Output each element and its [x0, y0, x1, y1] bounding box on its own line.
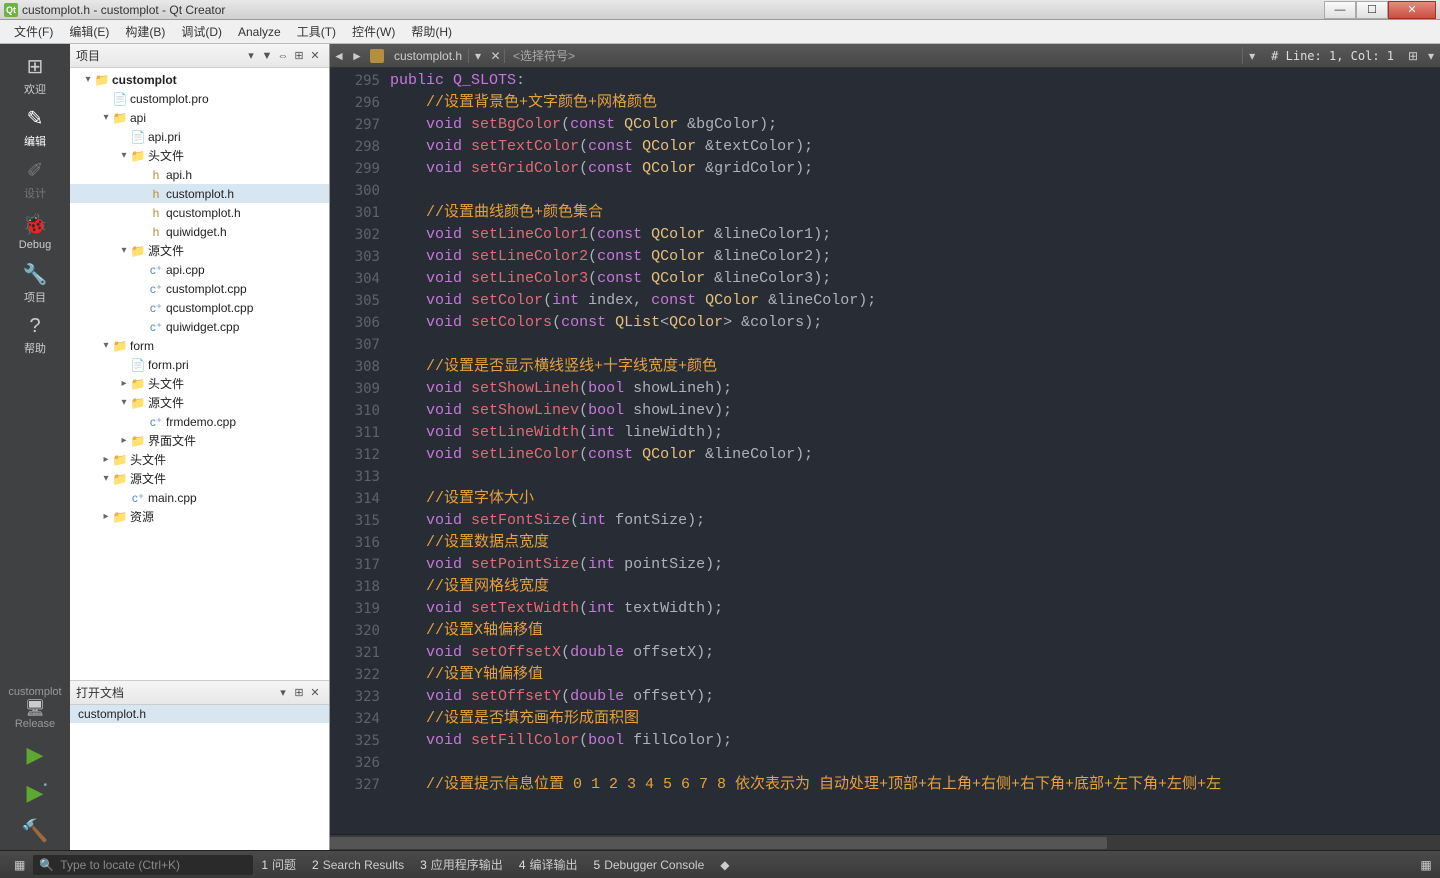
split-icon[interactable]: ⊞	[291, 686, 307, 699]
menu-item[interactable]: 文件(F)	[6, 23, 61, 40]
tree-item[interactable]: hcustomplot.h	[70, 184, 329, 203]
tree-item[interactable]: 📄api.pri	[70, 127, 329, 146]
build-button[interactable]: 🔨	[21, 812, 48, 850]
menu-item[interactable]: Analyze	[230, 25, 289, 39]
editor-area: ◄ ► customplot.h ▾ ✕ <选择符号> ▾ # Line: 1,…	[330, 44, 1440, 850]
current-file-crumb[interactable]: customplot.h	[388, 49, 469, 63]
tree-item[interactable]: c⁺qcustomplot.cpp	[70, 298, 329, 317]
project-panel-header: 项目 ▾ ▼ ⇔ ⊞ ✕	[70, 44, 329, 68]
tree-item[interactable]: c⁺api.cpp	[70, 260, 329, 279]
output-pane-toggle[interactable]: ▦	[6, 858, 33, 872]
link-icon[interactable]: ⇔	[275, 50, 291, 62]
side-panel: 项目 ▾ ▼ ⇔ ⊞ ✕ ▾📁customplot📄customplot.pro…	[70, 44, 330, 850]
tree-item[interactable]: hqcustomplot.h	[70, 203, 329, 222]
window-close-button[interactable]: ✕	[1388, 1, 1436, 19]
tree-item[interactable]: ▸📁界面文件	[70, 431, 329, 450]
kit-config: Release	[8, 718, 61, 730]
line-number-gutter: 2952962972982993003013023033043053063073…	[330, 68, 390, 834]
mode-Debug[interactable]: 🐞Debug	[5, 206, 65, 256]
run-button[interactable]: ▶	[27, 736, 44, 774]
output-pane-2[interactable]: 2 Search Results	[304, 856, 412, 873]
nav-forward-button[interactable]: ►	[348, 49, 366, 63]
close-panel-icon[interactable]: ✕	[307, 686, 323, 699]
open-documents-panel: 打开文档 ▾ ⊞ ✕ customplot.h	[70, 680, 329, 850]
debug-run-button[interactable]: ▶•	[27, 774, 44, 812]
tree-item[interactable]: ▾📁form	[70, 336, 329, 355]
window-titlebar: Qt customplot.h - customplot - Qt Creato…	[0, 0, 1440, 20]
close-panel-icon[interactable]: ✕	[307, 49, 323, 62]
locator-placeholder: Type to locate (Ctrl+K)	[60, 858, 180, 872]
tree-item[interactable]: 📄form.pri	[70, 355, 329, 374]
dropdown-icon[interactable]: ▾	[275, 686, 291, 699]
open-docs-title: 打开文档	[76, 684, 275, 701]
open-doc-item[interactable]: customplot.h	[70, 705, 329, 723]
tree-item[interactable]: hquiwidget.h	[70, 222, 329, 241]
tree-item[interactable]: ▾📁源文件	[70, 241, 329, 260]
line-col-indicator[interactable]: # Line: 1, Col: 1	[1261, 49, 1404, 63]
tree-item[interactable]: ▸📁头文件	[70, 450, 329, 469]
filter-icon[interactable]: ▼	[259, 50, 275, 62]
close-file-icon[interactable]: ✕	[487, 49, 505, 63]
window-maximize-button[interactable]: ☐	[1356, 1, 1388, 19]
menu-item[interactable]: 调试(D)	[173, 23, 230, 40]
menu-item[interactable]: 工具(T)	[289, 23, 344, 40]
window-title: customplot.h - customplot - Qt Creator	[22, 3, 1324, 17]
project-panel-title: 项目	[76, 47, 243, 64]
search-icon: 🔍	[39, 858, 54, 872]
split-dropdown-icon[interactable]: ▾	[1422, 49, 1440, 63]
kit-project: customplot	[8, 686, 61, 698]
tree-item[interactable]: ▾📁customplot	[70, 70, 329, 89]
tree-item[interactable]: ▾📁源文件	[70, 469, 329, 488]
project-tree[interactable]: ▾📁customplot📄customplot.pro▾📁api📄api.pri…	[70, 68, 329, 680]
tree-item[interactable]: hapi.h	[70, 165, 329, 184]
output-pane-1[interactable]: 1 问题	[253, 856, 304, 873]
locator-input[interactable]: 🔍 Type to locate (Ctrl+K)	[33, 855, 253, 875]
menu-item[interactable]: 编辑(E)	[61, 23, 117, 40]
output-pane-5[interactable]: 5 Debugger Console	[586, 856, 713, 873]
horizontal-scrollbar[interactable]	[330, 834, 1440, 850]
menu-item[interactable]: 构建(B)	[117, 23, 173, 40]
mode-编辑[interactable]: ✎编辑	[5, 102, 65, 152]
tree-item[interactable]: ▾📁api	[70, 108, 329, 127]
output-pane-4[interactable]: 4 编译输出	[511, 856, 586, 873]
tree-item[interactable]: c⁺frmdemo.cpp	[70, 412, 329, 431]
window-minimize-button[interactable]: —	[1324, 1, 1356, 19]
code-editor[interactable]: 2952962972982993003013023033043053063073…	[330, 68, 1440, 834]
tree-item[interactable]: c⁺quiwidget.cpp	[70, 317, 329, 336]
dropdown-icon[interactable]: ▾	[243, 49, 259, 62]
tree-item[interactable]: ▾📁源文件	[70, 393, 329, 412]
symbol-dropdown-icon[interactable]: ▾	[1243, 49, 1261, 63]
symbol-selector[interactable]: <选择符号>	[505, 47, 1243, 64]
app-icon: Qt	[4, 3, 18, 17]
kit-selector[interactable]: customplot 🖥 Release	[8, 680, 61, 736]
nav-back-button[interactable]: ◄	[330, 49, 348, 63]
code-content[interactable]: public Q_SLOTS: //设置背景色+文字颜色+网格颜色 void s…	[390, 68, 1440, 834]
sidebar-toggle-icon[interactable]: ▦	[1418, 858, 1434, 872]
mode-项目[interactable]: 🔧项目	[5, 258, 65, 308]
mode-欢迎[interactable]: ⊞欢迎	[5, 50, 65, 100]
editor-toolbar: ◄ ► customplot.h ▾ ✕ <选择符号> ▾ # Line: 1,…	[330, 44, 1440, 68]
menu-bar: 文件(F)编辑(E)构建(B)调试(D)Analyze工具(T)控件(W)帮助(…	[0, 20, 1440, 44]
mode-设计[interactable]: ✐设计	[5, 154, 65, 204]
menu-item[interactable]: 控件(W)	[344, 23, 403, 40]
tree-item[interactable]: c⁺customplot.cpp	[70, 279, 329, 298]
menu-item[interactable]: 帮助(H)	[403, 23, 460, 40]
tree-item[interactable]: c⁺main.cpp	[70, 488, 329, 507]
output-pane-3[interactable]: 3 应用程序输出	[412, 856, 511, 873]
tree-item[interactable]: ▸📁资源	[70, 507, 329, 526]
mode-帮助[interactable]: ?帮助	[5, 310, 65, 360]
tree-item[interactable]: ▸📁头文件	[70, 374, 329, 393]
bottom-output-bar: ▦ 🔍 Type to locate (Ctrl+K) 1 问题2 Search…	[0, 850, 1440, 878]
mode-bar: ⊞欢迎✎编辑✐设计🐞Debug🔧项目?帮助 customplot 🖥 Relea…	[0, 44, 70, 850]
file-type-icon	[370, 49, 384, 63]
panes-dropdown-icon[interactable]: ◆	[712, 858, 737, 872]
split-icon[interactable]: ⊞	[291, 49, 307, 62]
tree-item[interactable]: 📄customplot.pro	[70, 89, 329, 108]
split-editor-icon[interactable]: ⊞	[1404, 49, 1422, 63]
crumb-dropdown-icon[interactable]: ▾	[469, 49, 487, 63]
tree-item[interactable]: ▾📁头文件	[70, 146, 329, 165]
